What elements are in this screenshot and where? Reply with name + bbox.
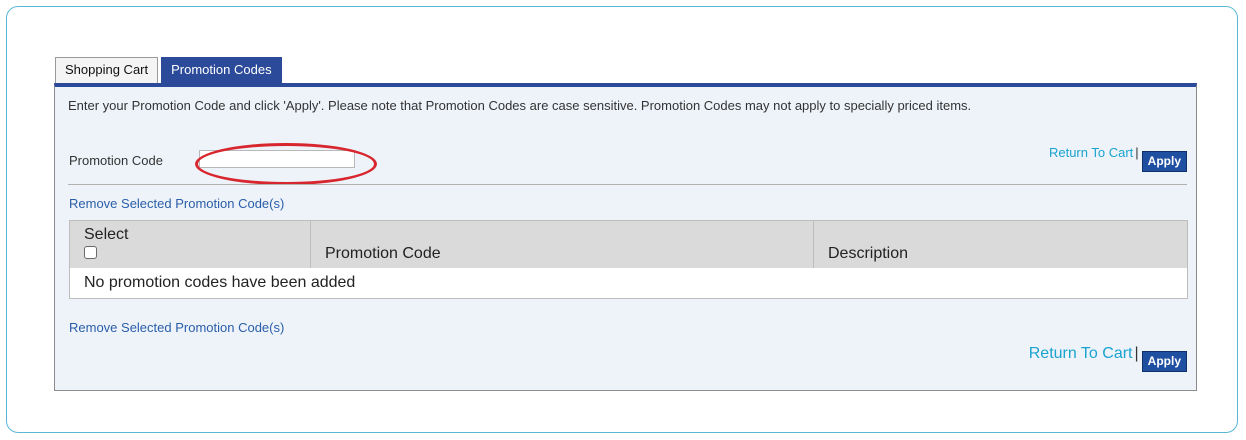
- return-to-cart-link-bottom[interactable]: Return To Cart: [1029, 345, 1133, 363]
- remove-selected-link-bottom[interactable]: Remove Selected Promotion Code(s): [69, 320, 284, 335]
- tab-promotion-codes[interactable]: Promotion Codes: [161, 57, 282, 83]
- table-header-row: Select Promotion Code Description: [69, 220, 1188, 268]
- promo-code-input[interactable]: [199, 150, 355, 168]
- promotion-codes-table: Select Promotion Code Description No pro…: [69, 220, 1188, 299]
- select-header-label: Select: [84, 226, 129, 243]
- promo-code-label: Promotion Code: [69, 153, 163, 168]
- promotion-code-column-header: Promotion Code: [310, 220, 814, 268]
- tab-bar: Shopping Cart Promotion Codes: [55, 57, 282, 83]
- separator: |: [1134, 345, 1139, 362]
- table-row: No promotion codes have been added: [70, 268, 1188, 299]
- apply-button[interactable]: Apply: [1141, 151, 1187, 172]
- select-all-checkbox[interactable]: [84, 246, 97, 259]
- top-actions: Return To Cart | Apply: [1049, 145, 1187, 172]
- bottom-actions: Return To Cart | Apply: [1029, 345, 1187, 372]
- divider: [68, 184, 1187, 185]
- promotion-codes-panel: Enter your Promotion Code and click 'App…: [54, 83, 1197, 391]
- remove-selected-link-top[interactable]: Remove Selected Promotion Code(s): [69, 196, 284, 211]
- tab-shopping-cart[interactable]: Shopping Cart: [55, 57, 159, 83]
- instructions-text: Enter your Promotion Code and click 'App…: [68, 98, 972, 113]
- apply-button-bottom[interactable]: Apply: [1141, 351, 1187, 372]
- empty-table-message: No promotion codes have been added: [84, 274, 356, 291]
- separator: |: [1135, 145, 1139, 160]
- return-to-cart-link[interactable]: Return To Cart: [1049, 145, 1133, 160]
- select-column-header: Select: [69, 220, 311, 268]
- description-column-header: Description: [813, 220, 1188, 268]
